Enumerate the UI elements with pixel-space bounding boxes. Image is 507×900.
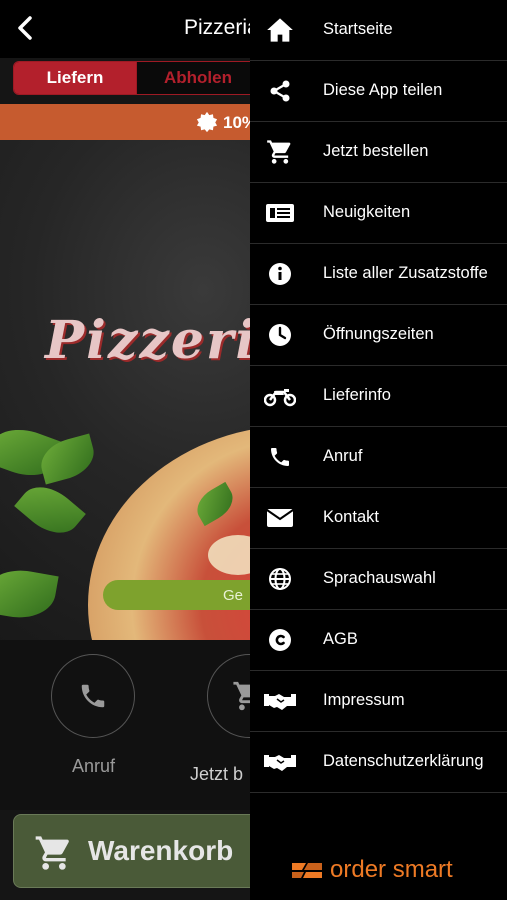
menu-item-label: Jetzt bestellen <box>323 142 429 160</box>
page-title: Pizzeria <box>184 16 259 39</box>
call-label: Anruf <box>72 756 116 776</box>
menu-item-label: Liste aller Zusatzstoffe <box>323 264 488 282</box>
share-icon <box>264 78 296 104</box>
clock-icon <box>264 322 296 348</box>
cart-icon <box>35 836 69 870</box>
cart-label: Warenkorb <box>88 835 234 866</box>
phone-icon <box>264 444 296 470</box>
home-icon <box>264 17 296 43</box>
menu-item-label: Impressum <box>323 691 405 709</box>
cart-icon <box>264 139 296 165</box>
motorbike-icon <box>264 383 296 409</box>
menu-item-call[interactable]: Anruf <box>250 427 507 488</box>
copyright-icon <box>264 627 296 653</box>
tab-pickup[interactable]: Abholen <box>136 62 259 94</box>
menu-item-news[interactable]: Neuigkeiten <box>250 183 507 244</box>
back-chevron-icon[interactable] <box>14 14 42 44</box>
tab-deliver[interactable]: Liefern <box>14 62 136 94</box>
basil-leaf <box>14 475 86 545</box>
menu-item-label: AGB <box>323 630 358 648</box>
order-smart-logo-icon <box>292 863 322 878</box>
menu-item-language[interactable]: Sprachauswahl <box>250 549 507 610</box>
order-label: Jetzt b <box>190 764 244 784</box>
basil-leaf <box>0 564 59 624</box>
menu-item-share[interactable]: Diese App teilen <box>250 61 507 122</box>
handshake-icon <box>264 749 296 775</box>
menu-item-privacy[interactable]: Datenschutzerklärung <box>250 732 507 793</box>
menu-item-label: Lieferinfo <box>323 386 391 404</box>
menu-item-label: Diese App teilen <box>323 81 443 99</box>
menu-item-label: Anruf <box>323 447 363 465</box>
phone-icon <box>81 684 105 708</box>
menu-item-order[interactable]: Jetzt bestellen <box>250 122 507 183</box>
menu-item-label: Datenschutzerklärung <box>323 752 484 770</box>
menu-item-terms[interactable]: AGB <box>250 610 507 671</box>
info-icon <box>264 261 296 287</box>
brand-name: order smart <box>330 856 453 883</box>
handshake-icon <box>264 688 296 714</box>
menu-item-delivery-info[interactable]: Lieferinfo <box>250 366 507 427</box>
side-drawer-menu: Startseite Diese App teilen Jetzt bestel… <box>250 0 507 900</box>
menu-item-label: Kontakt <box>323 508 379 526</box>
menu-item-imprint[interactable]: Impressum <box>250 671 507 732</box>
menu-item-contact[interactable]: Kontakt <box>250 488 507 549</box>
menu-item-opening-hours[interactable]: Öffnungszeiten <box>250 305 507 366</box>
menu-item-label: Sprachauswahl <box>323 569 436 587</box>
menu-item-label: Öffnungszeiten <box>323 325 434 343</box>
news-icon <box>264 200 296 226</box>
mail-icon <box>264 505 296 531</box>
menu-item-startseite[interactable]: Startseite <box>250 0 507 61</box>
discount-badge-icon <box>196 111 218 133</box>
delivery-mode-toggle: Liefern Abholen <box>13 61 263 95</box>
menu-item-label: Neuigkeiten <box>323 203 411 221</box>
order-smart-logo: order smart <box>290 855 453 885</box>
call-circle-button[interactable] <box>51 654 135 738</box>
menu-item-label: Startseite <box>323 20 393 38</box>
globe-icon <box>264 566 296 592</box>
menu-item-additives[interactable]: Liste aller Zusatzstoffe <box>250 244 507 305</box>
